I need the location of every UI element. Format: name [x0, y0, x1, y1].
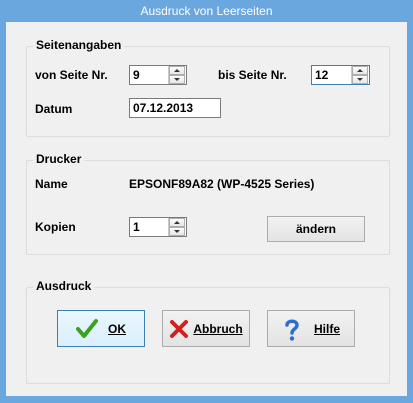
ok-label: OK	[108, 321, 126, 336]
group-seitenangaben: Seitenangaben von Seite Nr. 9 bis Seite …	[26, 38, 390, 137]
kopien-up-button[interactable]	[169, 218, 185, 227]
bis-seite-label: bis Seite Nr.	[218, 68, 287, 82]
group-drucker: Drucker Name EPSONF89A82 (WP-4525 Series…	[26, 152, 390, 255]
kopien-down-button[interactable]	[169, 227, 185, 236]
seitenangaben-legend: Seitenangaben	[33, 38, 125, 52]
hilfe-button[interactable]: Hilfe	[267, 310, 355, 347]
von-seite-down-button[interactable]	[169, 75, 185, 84]
bis-seite-down-button[interactable]	[352, 75, 368, 84]
group-ausdruck: Ausdruck OK Abbruch Hilfe	[26, 279, 390, 384]
datum-value: 07.12.2013	[133, 101, 194, 115]
datum-input[interactable]: 07.12.2013	[129, 98, 221, 118]
kopien-value: 1	[133, 220, 140, 234]
abbruch-button[interactable]: Abbruch	[162, 310, 250, 347]
bis-seite-value: 12	[315, 68, 329, 82]
von-seite-spinner[interactable]	[168, 66, 185, 84]
dialog-client-area: Seitenangaben von Seite Nr. 9 bis Seite …	[6, 22, 407, 396]
datum-label: Datum	[35, 102, 73, 116]
title-bar[interactable]: Ausdruck von Leerseiten	[1, 1, 412, 21]
von-seite-label: von Seite Nr.	[35, 68, 108, 82]
hilfe-label: Hilfe	[313, 321, 340, 336]
kopien-spinner[interactable]	[168, 218, 185, 236]
kopien-label: Kopien	[35, 220, 76, 234]
window-title: Ausdruck von Leerseiten	[140, 4, 273, 18]
bis-seite-up-button[interactable]	[352, 66, 368, 75]
aendern-button[interactable]: ändern	[267, 216, 365, 242]
drucker-name-label: Name	[35, 177, 68, 191]
ok-button[interactable]: OK	[57, 310, 145, 347]
von-seite-value: 9	[133, 68, 140, 82]
drucker-legend: Drucker	[33, 152, 85, 166]
question-mark-icon	[282, 318, 302, 341]
ausdruck-legend: Ausdruck	[33, 279, 95, 293]
checkmark-icon	[76, 318, 98, 340]
aendern-label: ändern	[295, 222, 336, 236]
drucker-name-value: EPSONF89A82 (WP-4525 Series)	[129, 177, 315, 191]
abbruch-label: Abbruch	[193, 321, 243, 336]
red-x-icon	[169, 318, 189, 340]
dialog-window: Ausdruck von Leerseiten Seitenangaben vo…	[0, 0, 413, 403]
von-seite-up-button[interactable]	[169, 66, 185, 75]
bis-seite-spinner[interactable]	[351, 66, 368, 84]
